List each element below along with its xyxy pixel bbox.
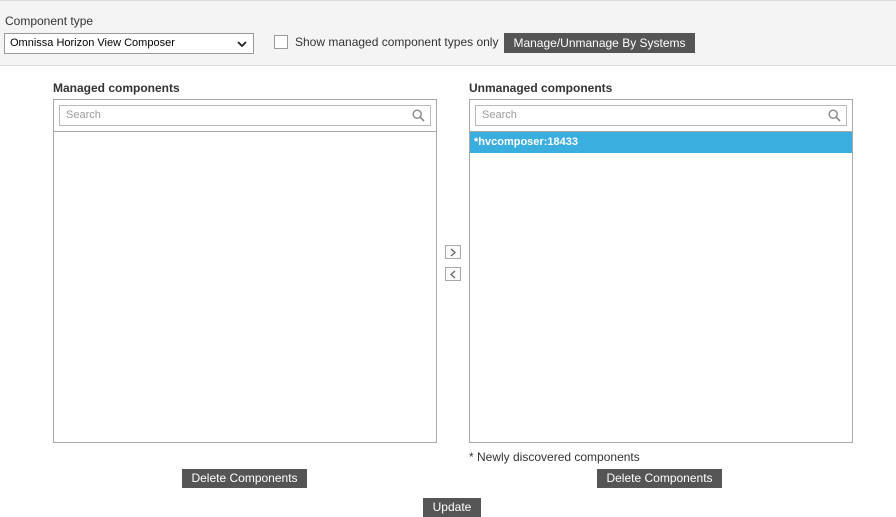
component-type-value: Omnissa Horizon View Composer: [10, 37, 175, 49]
show-managed-label: Show managed component types only: [295, 35, 499, 49]
list-item[interactable]: *hvcomposer:18433: [470, 132, 852, 153]
unmanaged-components-title: Unmanaged components: [469, 81, 613, 95]
component-type-select[interactable]: Omnissa Horizon View Composer: [4, 33, 254, 54]
delete-unmanaged-components-button[interactable]: Delete Components: [597, 469, 722, 488]
show-managed-checkbox[interactable]: [274, 35, 288, 49]
unmanaged-search-bar: Search: [470, 100, 852, 132]
unmanaged-search-placeholder: Search: [482, 109, 517, 121]
manage-unmanage-button[interactable]: Manage/Unmanage By Systems: [504, 33, 695, 53]
unmanaged-search-input[interactable]: Search: [475, 105, 847, 126]
chevron-left-icon: [450, 270, 456, 279]
newly-discovered-note: * Newly discovered components: [469, 450, 640, 464]
update-button[interactable]: Update: [423, 498, 481, 517]
chevron-right-icon: [450, 248, 456, 257]
search-icon: [828, 109, 841, 122]
managed-search-placeholder: Search: [66, 109, 101, 121]
move-right-button[interactable]: [445, 245, 461, 259]
managed-components-list[interactable]: Search: [53, 99, 437, 443]
component-type-label: Component type: [5, 14, 94, 28]
filter-toolbar: Component type Omnissa Horizon View Comp…: [0, 0, 896, 66]
move-left-button[interactable]: [445, 267, 461, 281]
managed-search-input[interactable]: Search: [59, 105, 431, 126]
managed-components-title: Managed components: [53, 81, 180, 95]
search-icon: [412, 109, 425, 122]
managed-search-bar: Search: [54, 100, 436, 132]
chevron-down-icon: [237, 41, 247, 48]
unmanaged-components-list[interactable]: Search *hvcomposer:18433: [469, 99, 853, 443]
delete-managed-components-button[interactable]: Delete Components: [182, 469, 307, 488]
